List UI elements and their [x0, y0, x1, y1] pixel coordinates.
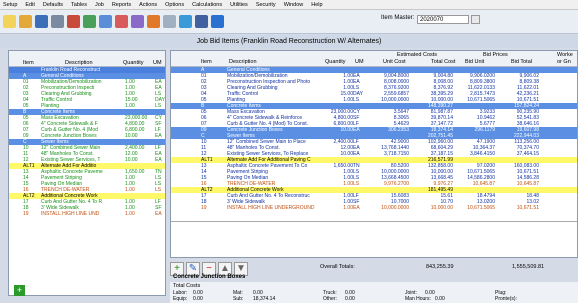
grid-item-code: 19 — [201, 205, 207, 211]
sub-value: 18,374.14 — [253, 296, 276, 302]
menu-item[interactable]: Setup — [3, 2, 17, 8]
help-icon[interactable] — [211, 15, 224, 28]
item-master-input[interactable]: 2020070 — [417, 15, 469, 24]
right-header-bid-prices: Bid Prices — [483, 52, 508, 58]
menu-item[interactable]: Tables — [71, 2, 87, 8]
menu-item[interactable]: Reports — [112, 2, 131, 8]
document-icon[interactable] — [163, 15, 176, 28]
overall-totals: Overall Totals: 843,255.39 1,555,509.81 — [316, 264, 578, 272]
left-header-quantity: Quantity — [123, 60, 144, 66]
grid-row[interactable]: 19 INSTALL HIGH LINE UNDERGROUND 1.00 EA 10,… — [171, 205, 577, 211]
cost-summary-title: Total Costs — [173, 283, 201, 289]
report-icon[interactable] — [131, 15, 144, 28]
sub-label: Sub: — [233, 296, 244, 302]
man-hours-value: 0.00 — [435, 296, 445, 302]
left-header-item: Item — [23, 60, 34, 66]
left-header: Item Description Quantity UM — [9, 51, 165, 67]
menu-bar: Setup Edit Defaults Tables Job Reports Actions… — [0, 0, 578, 10]
right-header-bid-unit: Bid Unit — [465, 59, 485, 65]
right-header-um: UM — [355, 59, 364, 65]
left-tree-pane: Item Description Quantity UM Franklin Ro… — [8, 50, 166, 296]
tree-item-code: 19 — [23, 211, 29, 217]
menu-item[interactable]: Utilities — [230, 2, 248, 8]
menu-item[interactable]: Defaults — [43, 2, 63, 8]
menu-item[interactable]: Actions — [139, 2, 157, 8]
search-icon[interactable] — [195, 15, 208, 28]
tree-item-quantity: 1.00 — [125, 211, 135, 217]
menu-item[interactable]: Security — [256, 2, 276, 8]
overall-totals-label: Overall Totals: — [320, 264, 355, 270]
right-header-bid-total: Bid Total — [511, 59, 532, 65]
selected-item-title: Concrete Junction Boxes — [173, 274, 246, 280]
left-header-description: Description — [65, 60, 93, 66]
right-header-or-gn: or Gn — [557, 59, 571, 65]
print-icon[interactable] — [51, 15, 64, 28]
overall-bid-total: 1,555,509.81 — [512, 264, 545, 270]
grid-unit-cost: 10,000.0000 — [381, 205, 409, 211]
right-header-unit-cost: Unit Cost — [383, 59, 406, 65]
grid-item-quantity: 1.00 — [343, 205, 353, 211]
save-icon[interactable] — [35, 15, 48, 28]
open-icon[interactable] — [19, 15, 32, 28]
grid-item-um: EA — [353, 205, 360, 211]
grid-bid-total: 10,671.51 — [516, 205, 539, 211]
right-header-worke: Worke — [557, 52, 573, 58]
other-label: Other: — [323, 296, 337, 302]
equip-value: 0.00 — [193, 296, 203, 302]
calendar-icon[interactable] — [115, 15, 128, 28]
window-title: Job Bid Items (Franklin Road Reconstruct… — [0, 35, 578, 48]
grid-bid-unit: 10,671.5065 — [467, 205, 495, 211]
globe-icon[interactable] — [179, 15, 192, 28]
grid-total-cost: 10,000.00 — [430, 205, 453, 211]
item-master-label: Item Master: — [381, 15, 415, 21]
toolbar — [0, 10, 578, 34]
menu-item[interactable]: Help — [311, 2, 322, 8]
menu-item[interactable]: Job — [95, 2, 104, 8]
truck-icon[interactable] — [147, 15, 160, 28]
right-header: Item Description Quantity UM Estimated C… — [171, 51, 577, 67]
left-header-um: UM — [153, 60, 162, 66]
tree-item-um: EA — [155, 211, 162, 217]
tree-item-description: INSTALL HIGH LINE UND — [41, 211, 100, 217]
table-icon[interactable] — [99, 15, 112, 28]
other-value: 0.00 — [345, 296, 355, 302]
man-hours-label: Man Hours: — [405, 296, 431, 302]
right-header-description: Description — [229, 59, 257, 65]
tree-row[interactable]: 19 INSTALL HIGH LINE UND 1.00 EA — [9, 211, 165, 217]
cost-summary: Total Costs Labor: 0.00 Mat: 0.00 Truck:… — [170, 282, 578, 303]
right-grid-pane: Item Description Quantity UM Estimated C… — [170, 50, 578, 258]
chart-icon[interactable] — [83, 15, 96, 28]
right-header-total-cost: Total Cost — [431, 59, 456, 65]
grid-item-description: INSTALL HIGH LINE UNDERGROUND — [227, 205, 315, 211]
right-header-item: Item — [201, 59, 212, 65]
equip-label: Equip: — [173, 296, 188, 302]
menu-item[interactable]: Options — [165, 2, 184, 8]
overall-total-cost: 843,255.39 — [426, 264, 454, 270]
left-add-button[interactable]: + — [14, 285, 25, 296]
menu-item[interactable]: Calculations — [192, 2, 222, 8]
item-master-lookup-button[interactable] — [471, 15, 480, 24]
pronte-label: Pronte(s): — [495, 296, 517, 302]
right-header-est-costs: Estimated Costs — [397, 52, 438, 58]
right-header-quantity: Quantity — [325, 59, 346, 65]
new-icon[interactable] — [3, 15, 16, 28]
menu-item[interactable]: Edit — [25, 2, 34, 8]
calculator-icon[interactable] — [67, 15, 80, 28]
menu-item[interactable]: Window — [284, 2, 304, 8]
